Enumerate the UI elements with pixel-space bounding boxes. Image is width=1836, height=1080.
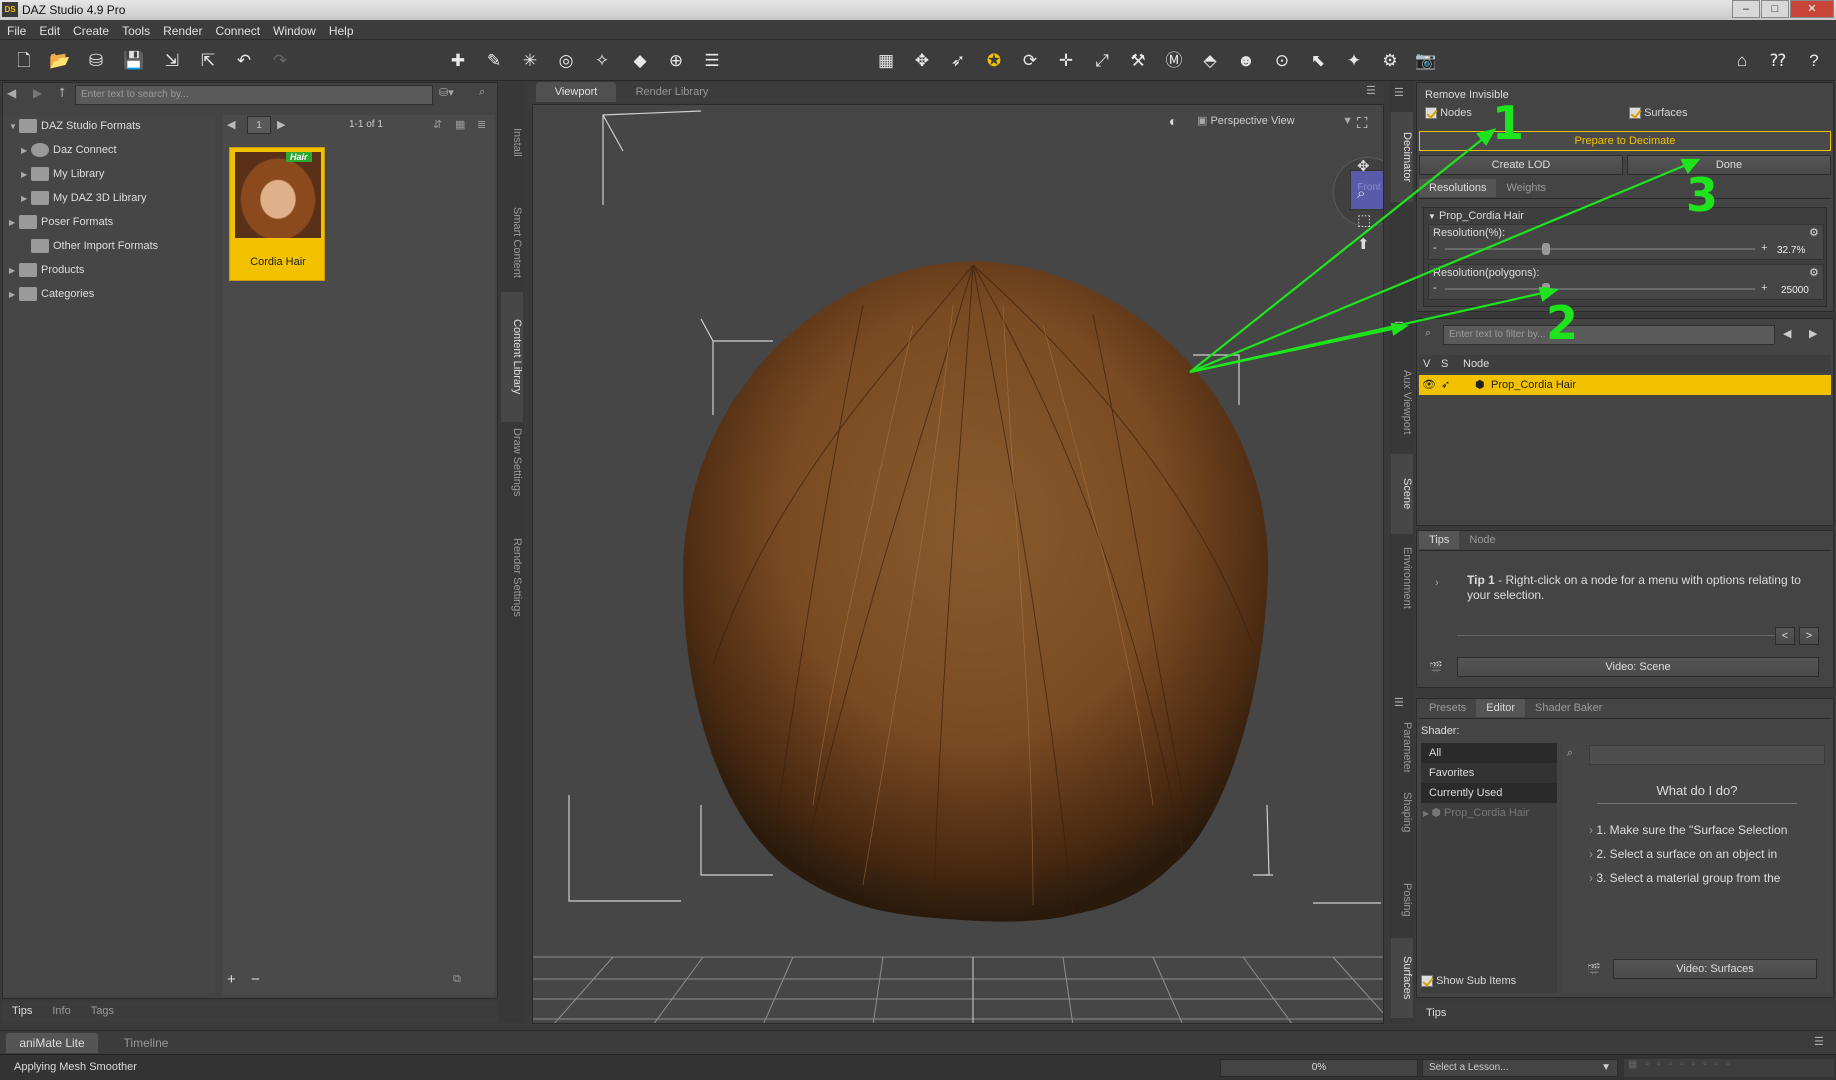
annotation-label-2: 2 [1546, 296, 1579, 350]
annotation-label-3: 3 [1686, 168, 1719, 222]
annotation-arrow-3 [1189, 158, 1699, 374]
annotation-label-1: 1 [1492, 96, 1525, 150]
arrowhead-2b [1390, 322, 1410, 336]
annotation-overlay [1189, 128, 1701, 374]
annotation-arrow-1 [1189, 129, 1495, 373]
annotation-arrow-2b [1189, 324, 1407, 374]
